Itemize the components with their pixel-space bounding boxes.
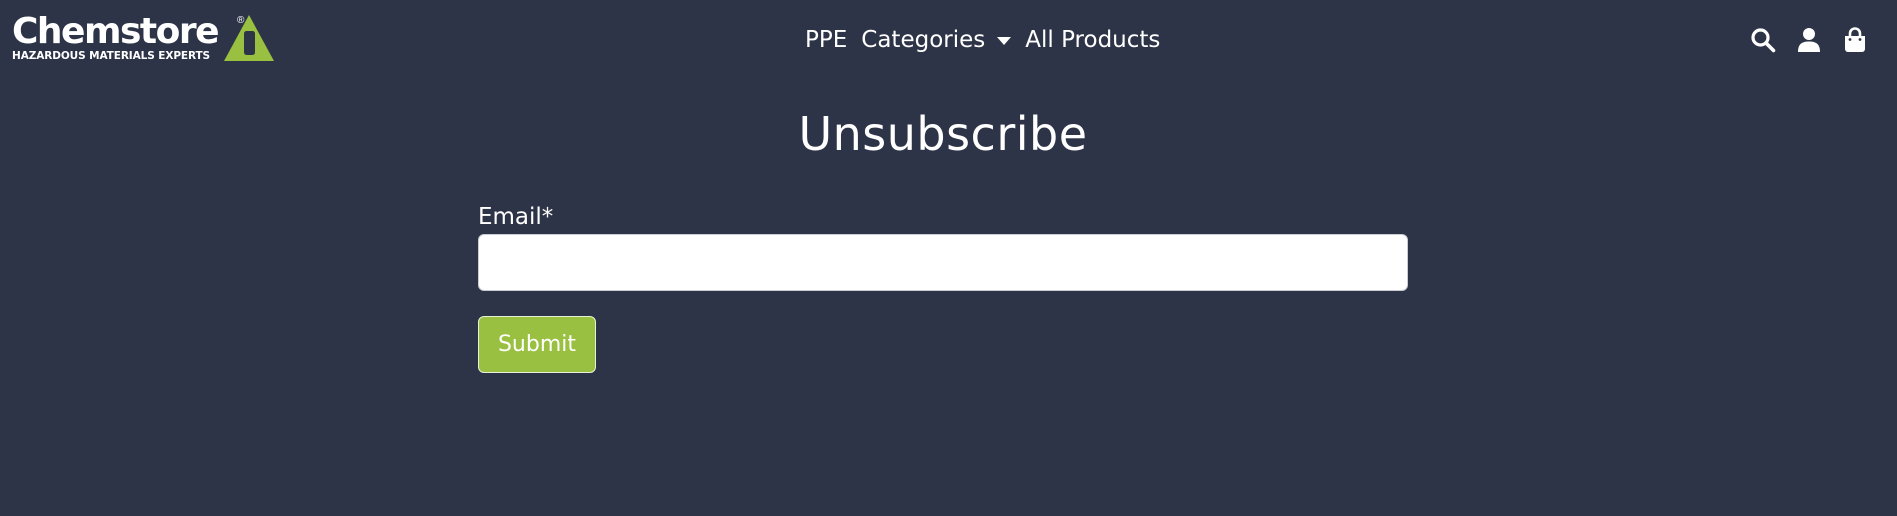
nav-item-categories-label: Categories — [861, 27, 986, 53]
nav-item-categories[interactable]: Categories — [861, 27, 1012, 53]
logo-wordmark: Chemstore — [12, 11, 220, 52]
site-header: Chemstore ® HAZARDOUS MATERIALS EXPERTS … — [0, 0, 1897, 80]
main-nav: PPE Categories All Products — [805, 22, 1160, 58]
logo-tagline: HAZARDOUS MATERIALS EXPERTS — [12, 50, 211, 62]
chemstore-logo[interactable]: Chemstore ® HAZARDOUS MATERIALS EXPERTS — [12, 11, 278, 64]
email-field[interactable] — [478, 234, 1408, 291]
nav-item-ppe[interactable]: PPE — [805, 27, 847, 53]
email-label: Email* — [478, 204, 554, 230]
unsubscribe-form: Email* Submit — [478, 202, 1408, 373]
nav-item-all-products[interactable]: All Products — [1025, 27, 1160, 53]
caret-down-icon — [997, 37, 1012, 45]
hazard-triangle-icon — [224, 15, 274, 61]
account-icon[interactable] — [1795, 26, 1823, 54]
cart-icon[interactable] — [1841, 26, 1869, 54]
header-actions — [1731, 26, 1869, 54]
page-title: Unsubscribe — [798, 107, 1088, 161]
submit-button[interactable]: Submit — [478, 316, 596, 373]
search-icon[interactable] — [1749, 26, 1777, 54]
